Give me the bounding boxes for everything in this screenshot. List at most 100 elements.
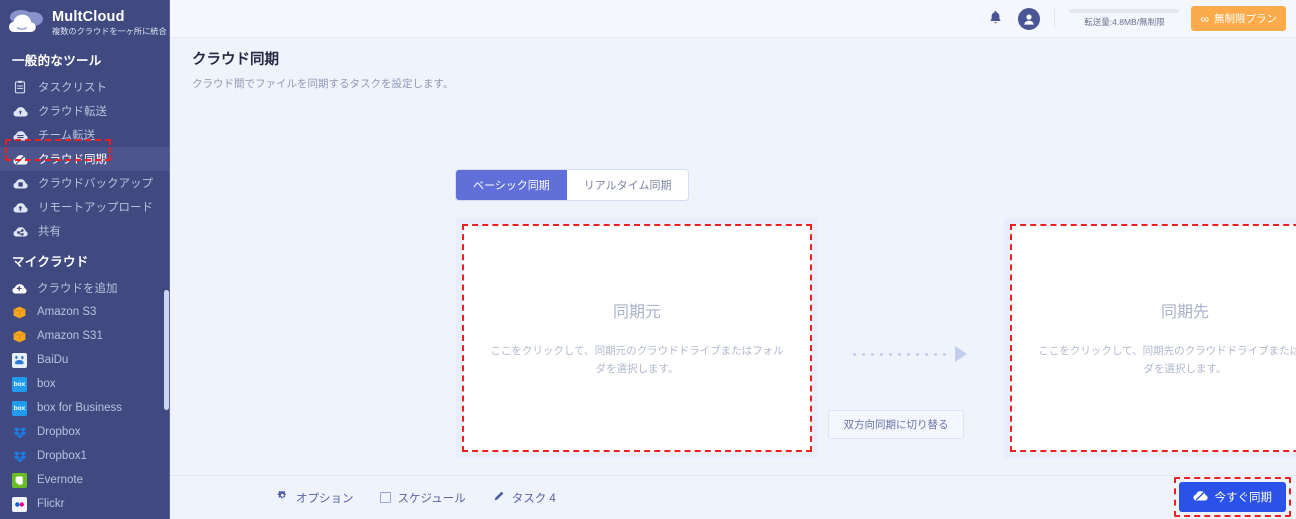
source-description: ここをクリックして、同期元のクラウドドライブまたはフォルダを選択します。 xyxy=(487,342,787,378)
topbar: 転送量:4.8MB/無制限 ∞ 無制限プラン xyxy=(170,0,1296,38)
gear-icon xyxy=(276,490,289,506)
sidebar-item-label: クラウドバックアップ xyxy=(38,175,153,191)
sync-now-wrapper: 今すぐ同期 xyxy=(1179,482,1287,512)
sidebar-item-label: 共有 xyxy=(38,223,61,239)
brand-logo[interactable]: MultCloud 複数のクラウドを一ヶ所に統合 xyxy=(0,0,170,42)
sidebar-item-baidu[interactable]: BaiDu xyxy=(0,348,170,372)
content-area: ベーシック同期 リアルタイム同期 同期元 ここをクリックして、同期元のクラウドド… xyxy=(170,91,1296,519)
sidebar-item-label: クラウド同期 xyxy=(38,151,107,167)
sidebar-item-team-transfer[interactable]: チーム転送 xyxy=(0,123,170,147)
sidebar-item-dropbox1[interactable]: Dropbox1 xyxy=(0,444,170,468)
bell-icon[interactable] xyxy=(984,8,1006,30)
cloud-transfer-icon xyxy=(12,103,28,119)
brand-tagline: 複数のクラウドを一ヶ所に統合 xyxy=(52,26,167,37)
sidebar-section-title-tools: 一般的なツール xyxy=(0,42,170,75)
page-subtitle: クラウド間でファイルを同期するタスクを設定します。 xyxy=(192,76,1296,91)
cloud-item-label: box for Business xyxy=(37,402,122,414)
schedule-label: スケジュール xyxy=(398,490,466,506)
flickr-icon xyxy=(12,497,27,512)
sidebar-item-cloud-sync[interactable]: クラウド同期 xyxy=(0,147,170,171)
cloud-item-label: Dropbox xyxy=(37,426,80,438)
sidebar-item-label: リモートアップロード xyxy=(38,199,153,215)
destination-dropzone[interactable]: 同期先 ここをクリックして、同期先のクラウドドライブまたはフォルダを選択します。 xyxy=(1010,224,1296,452)
sidebar-item-evernote[interactable]: Evernote xyxy=(0,468,170,492)
add-cloud-icon xyxy=(12,281,27,296)
sidebar: MultCloud 複数のクラウドを一ヶ所に統合 一般的なツール タスクリスト … xyxy=(0,0,170,519)
cloud-sync-icon xyxy=(12,151,28,167)
sidebar-item-box[interactable]: box box xyxy=(0,372,170,396)
cloud-item-label: Amazon S3 xyxy=(37,306,96,318)
options-button[interactable]: オプション xyxy=(276,490,354,506)
cloud-logo-icon xyxy=(8,8,46,38)
dropbox-icon xyxy=(12,425,27,440)
cloud-sync-icon xyxy=(1193,489,1208,505)
task-label: タスク 4 xyxy=(512,490,556,506)
dotted-arrow-right-icon xyxy=(821,346,999,362)
cloud-item-label: Evernote xyxy=(37,474,83,486)
sync-panes: 同期元 ここをクリックして、同期元のクラウドドライブまたはフォルダを選択します。… xyxy=(456,218,1296,498)
sync-direction-controls: 双方向同期に切り替る xyxy=(821,218,999,458)
unlimited-plan-button[interactable]: ∞ 無制限プラン xyxy=(1191,6,1286,31)
cloud-item-label: Amazon S31 xyxy=(37,330,103,342)
sidebar-item-amazon-s3[interactable]: Amazon S3 xyxy=(0,300,170,324)
cloud-item-label: Dropbox1 xyxy=(37,450,87,462)
source-title: 同期元 xyxy=(613,298,661,322)
source-pane[interactable]: 同期元 ここをクリックして、同期元のクラウドドライブまたはフォルダを選択します。 xyxy=(456,218,818,458)
sidebar-item-label: タスクリスト xyxy=(38,79,107,95)
task-button[interactable]: タスク 4 xyxy=(492,490,556,506)
dropbox-icon xyxy=(12,449,27,464)
multcloud-app: MultCloud 複数のクラウドを一ヶ所に統合 一般的なツール タスクリスト … xyxy=(0,0,1296,519)
sidebar-item-cloud-transfer[interactable]: クラウド転送 xyxy=(0,99,170,123)
destination-title: 同期先 xyxy=(1161,298,1209,322)
sidebar-item-share[interactable]: 共有 xyxy=(0,219,170,243)
brand-name: MultCloud xyxy=(52,10,167,25)
box-icon: box xyxy=(12,401,27,416)
sync-now-button[interactable]: 今すぐ同期 xyxy=(1179,482,1287,512)
sidebar-item-add-cloud[interactable]: クラウドを追加 xyxy=(0,276,170,300)
evernote-icon xyxy=(12,473,27,488)
sync-now-label: 今すぐ同期 xyxy=(1215,489,1273,505)
quota-progress-bar xyxy=(1069,9,1179,13)
footer-toolbar: オプション スケジュール タスク 4 xyxy=(170,475,1296,519)
sidebar-item-remote-upload[interactable]: リモートアップロード xyxy=(0,195,170,219)
pencil-icon xyxy=(492,490,505,506)
cloud-item-label: box xyxy=(37,378,56,390)
amazon-s3-icon xyxy=(12,329,27,344)
sidebar-item-flickr[interactable]: Flickr xyxy=(0,492,170,516)
sidebar-item-cloud-backup[interactable]: クラウドバックアップ xyxy=(0,171,170,195)
cloud-item-label: BaiDu xyxy=(37,354,68,366)
tab-realtime-sync[interactable]: リアルタイム同期 xyxy=(567,170,689,200)
sidebar-item-dropbox[interactable]: Dropbox xyxy=(0,420,170,444)
cloud-team-transfer-icon xyxy=(12,127,28,143)
cloud-backup-icon xyxy=(12,175,28,191)
sidebar-item-task-list[interactable]: タスクリスト xyxy=(0,75,170,99)
box-icon: box xyxy=(12,377,27,392)
switch-to-two-way-sync-button[interactable]: 双方向同期に切り替る xyxy=(828,410,964,439)
cloud-share-icon xyxy=(12,223,28,239)
tab-basic-sync[interactable]: ベーシック同期 xyxy=(456,170,567,200)
destination-description: ここをクリックして、同期先のクラウドドライブまたはフォルダを選択します。 xyxy=(1035,342,1296,378)
options-label: オプション xyxy=(296,490,354,506)
page-title: クラウド同期 xyxy=(192,48,1296,69)
destination-pane[interactable]: 同期先 ここをクリックして、同期先のクラウドドライブまたはフォルダを選択します。 xyxy=(1004,218,1296,458)
sidebar-section-title-myclouds: マイクラウド xyxy=(0,243,170,276)
page-header: クラウド同期 クラウド間でファイルを同期するタスクを設定します。 xyxy=(170,38,1296,91)
quota-text: 転送量:4.8MB/無制限 xyxy=(1084,16,1164,28)
sync-mode-tabs: ベーシック同期 リアルタイム同期 xyxy=(456,170,688,200)
footer-actions: オプション スケジュール タスク 4 xyxy=(276,490,556,506)
amazon-s3-icon xyxy=(12,305,27,320)
schedule-button[interactable]: スケジュール xyxy=(380,490,466,506)
quota-indicator: 転送量:4.8MB/無制限 xyxy=(1054,9,1179,28)
sidebar-item-amazon-s31[interactable]: Amazon S31 xyxy=(0,324,170,348)
plan-label: 無制限プラン xyxy=(1214,11,1277,26)
source-dropzone[interactable]: 同期元 ここをクリックして、同期元のクラウドドライブまたはフォルダを選択します。 xyxy=(462,224,812,452)
cloud-item-label: Flickr xyxy=(37,498,64,510)
user-avatar-icon[interactable] xyxy=(1018,8,1040,30)
infinity-icon: ∞ xyxy=(1200,14,1209,24)
main-area: 転送量:4.8MB/無制限 ∞ 無制限プラン クラウド同期 クラウド間でファイル… xyxy=(170,0,1296,519)
checkbox-icon[interactable] xyxy=(380,492,391,503)
sidebar-item-label: クラウド転送 xyxy=(38,103,107,119)
baidu-icon xyxy=(12,353,27,368)
clipboard-icon xyxy=(12,79,28,95)
sidebar-item-box-for-business[interactable]: box box for Business xyxy=(0,396,170,420)
